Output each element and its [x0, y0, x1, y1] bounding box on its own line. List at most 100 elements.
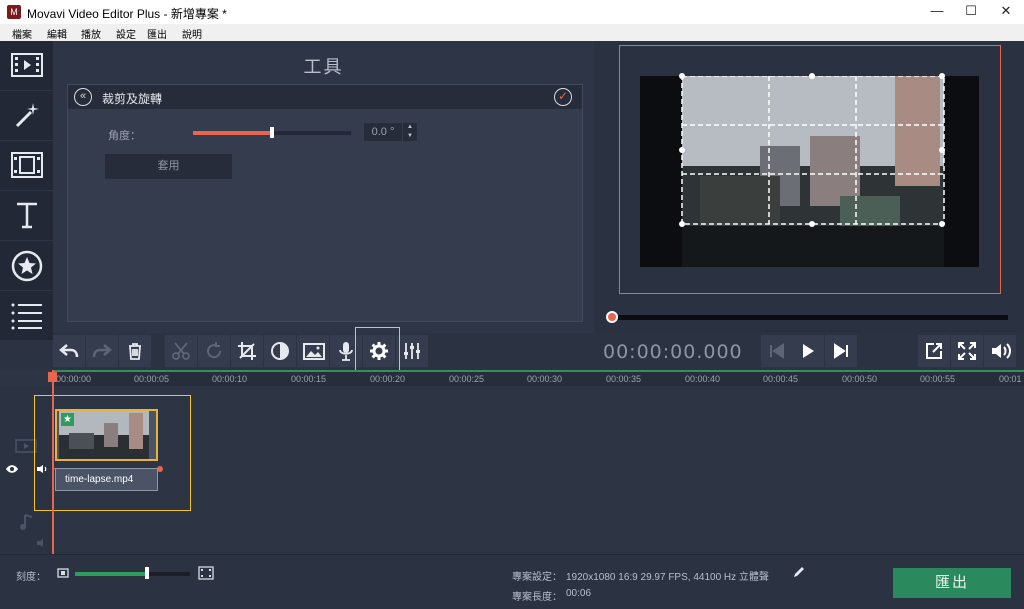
crop-handle[interactable] [809, 73, 815, 79]
menu-edit[interactable]: 編輯 [47, 26, 67, 41]
menu-bar: 檔案 編輯 播放 設定 匯出 說明 [0, 24, 1024, 41]
menu-help[interactable]: 說明 [182, 26, 202, 41]
angle-slider-handle[interactable] [270, 127, 274, 138]
fullscreen-icon [958, 342, 976, 360]
crop-handle[interactable] [809, 221, 815, 227]
menu-playback[interactable]: 播放 [81, 26, 101, 41]
apply-button[interactable]: 套用 [105, 154, 232, 179]
equalizer-icon [404, 343, 420, 359]
magic-wand-icon [15, 103, 39, 128]
film-import-icon [11, 53, 43, 77]
video-frame-image [640, 76, 979, 267]
crop-handle[interactable] [939, 73, 945, 79]
image-icon [303, 343, 325, 360]
crop-button[interactable] [231, 335, 263, 367]
movavi-editor-window: M Movavi Video Editor Plus - 新增專案 * — ☐ … [0, 0, 1024, 609]
menu-file[interactable]: 檔案 [12, 26, 32, 41]
image-button[interactable] [297, 335, 329, 367]
project-settings-value: 1920x1080 16:9 29.97 FPS, 44100 Hz 立體聲 [566, 572, 769, 583]
zoom-slider-fill [75, 572, 147, 576]
app-logo-icon: M [7, 5, 21, 19]
export-button[interactable]: 匯出 [893, 568, 1011, 598]
angle-label: 角度： [108, 130, 141, 142]
redo-icon [92, 344, 112, 358]
delete-button[interactable] [119, 335, 151, 367]
eye-icon[interactable] [5, 464, 19, 474]
tool-filters[interactable] [0, 91, 53, 141]
tool-import[interactable] [0, 41, 53, 91]
previous-frame-button[interactable] [761, 335, 793, 367]
project-length-label: 專案長度： [512, 592, 562, 603]
undo-icon [59, 344, 79, 358]
maximize-button[interactable]: ☐ [954, 0, 988, 24]
crop-rotate-panel: « 裁剪及旋轉 ✓ 角度： 0.0 ° ▲ ▼ 套用 [67, 84, 583, 322]
zoom-out-icon[interactable] [57, 568, 69, 578]
list-icon [11, 303, 42, 330]
angle-slider-fill [193, 131, 272, 135]
tool-strip [0, 41, 53, 340]
menu-settings[interactable]: 設定 [116, 26, 136, 41]
undo-button[interactable] [53, 335, 85, 367]
ruler-tick-label: 00:00:10 [212, 374, 248, 384]
detach-preview-button[interactable] [918, 335, 950, 367]
confirm-check-icon[interactable]: ✓ [554, 88, 572, 106]
timeline-ruler[interactable]: 00:00:00 00:00:05 00:00:10 00:00:15 00:0… [53, 370, 1024, 386]
video-preview[interactable] [640, 73, 979, 267]
tool-transitions[interactable] [0, 141, 53, 191]
playhead[interactable] [52, 370, 54, 554]
fullscreen-button[interactable] [951, 335, 983, 367]
next-frame-button[interactable] [825, 335, 857, 367]
seek-bar[interactable] [594, 303, 1024, 333]
menu-export[interactable]: 匯出 [147, 26, 167, 41]
speaker-icon[interactable] [36, 538, 49, 548]
play-icon [803, 344, 814, 358]
angle-input[interactable]: 0.0 ° [364, 123, 402, 141]
timeline[interactable]: 00:00:00 00:00:05 00:00:10 00:00:15 00:0… [0, 370, 1024, 554]
zoom-in-icon[interactable] [198, 566, 214, 580]
tool-stickers[interactable] [0, 241, 53, 291]
playhead-handle[interactable] [48, 372, 57, 382]
crop-handle[interactable] [939, 147, 945, 153]
crop-panel-header: « 裁剪及旋轉 ✓ [68, 85, 582, 109]
crop-handle[interactable] [679, 73, 685, 79]
cut-button[interactable] [165, 335, 197, 367]
settings-highlight-box [355, 327, 400, 375]
crop-handle[interactable] [679, 221, 685, 227]
timecode-display: 00:00:00.000 [603, 341, 743, 363]
preview-player [594, 41, 1024, 303]
crop-panel-title: 裁剪及旋轉 [102, 92, 163, 106]
ruler-tick-label: 00:00:20 [370, 374, 406, 384]
microphone-icon [339, 342, 353, 361]
zoom-slider-handle[interactable] [145, 567, 149, 579]
tool-more[interactable] [0, 291, 53, 341]
rotate-icon [207, 342, 222, 359]
zoom-label: 刻度： [16, 572, 46, 583]
ruler-tick-label: 00:00:35 [606, 374, 642, 384]
play-button[interactable] [792, 335, 824, 367]
rotate-button[interactable] [198, 335, 230, 367]
ruler-tick-label: 00:00:05 [134, 374, 170, 384]
close-button[interactable]: ✕ [989, 0, 1023, 24]
clip-highlight-box [34, 395, 191, 511]
tools-title: 工具 [303, 57, 344, 77]
seek-track[interactable] [612, 315, 1008, 320]
tool-titles[interactable] [0, 191, 53, 241]
ruler-tick-label: 00:00:00 [56, 374, 92, 384]
volume-button[interactable] [984, 335, 1016, 367]
crop-handle[interactable] [939, 221, 945, 227]
ruler-tick-label: 00:00:55 [920, 374, 956, 384]
ruler-tick-label: 00:00:25 [449, 374, 485, 384]
project-length-value: 00:06 [566, 588, 592, 599]
redo-button[interactable] [86, 335, 118, 367]
tools-panel: 工具 « 裁剪及旋轉 ✓ 角度： 0.0 ° ▲ ▼ 套用 [53, 41, 594, 333]
seek-handle[interactable] [606, 311, 618, 323]
color-adjust-button[interactable] [264, 335, 296, 367]
crop-handle[interactable] [679, 147, 685, 153]
angle-spinner[interactable]: ▲ ▼ [403, 123, 417, 141]
minimize-button[interactable]: — [920, 0, 954, 24]
popout-icon [926, 343, 942, 359]
back-icon[interactable]: « [74, 88, 92, 106]
pencil-icon[interactable] [793, 566, 805, 578]
project-settings-label: 專案設定： [512, 572, 562, 583]
equalizer-button[interactable] [396, 335, 428, 367]
